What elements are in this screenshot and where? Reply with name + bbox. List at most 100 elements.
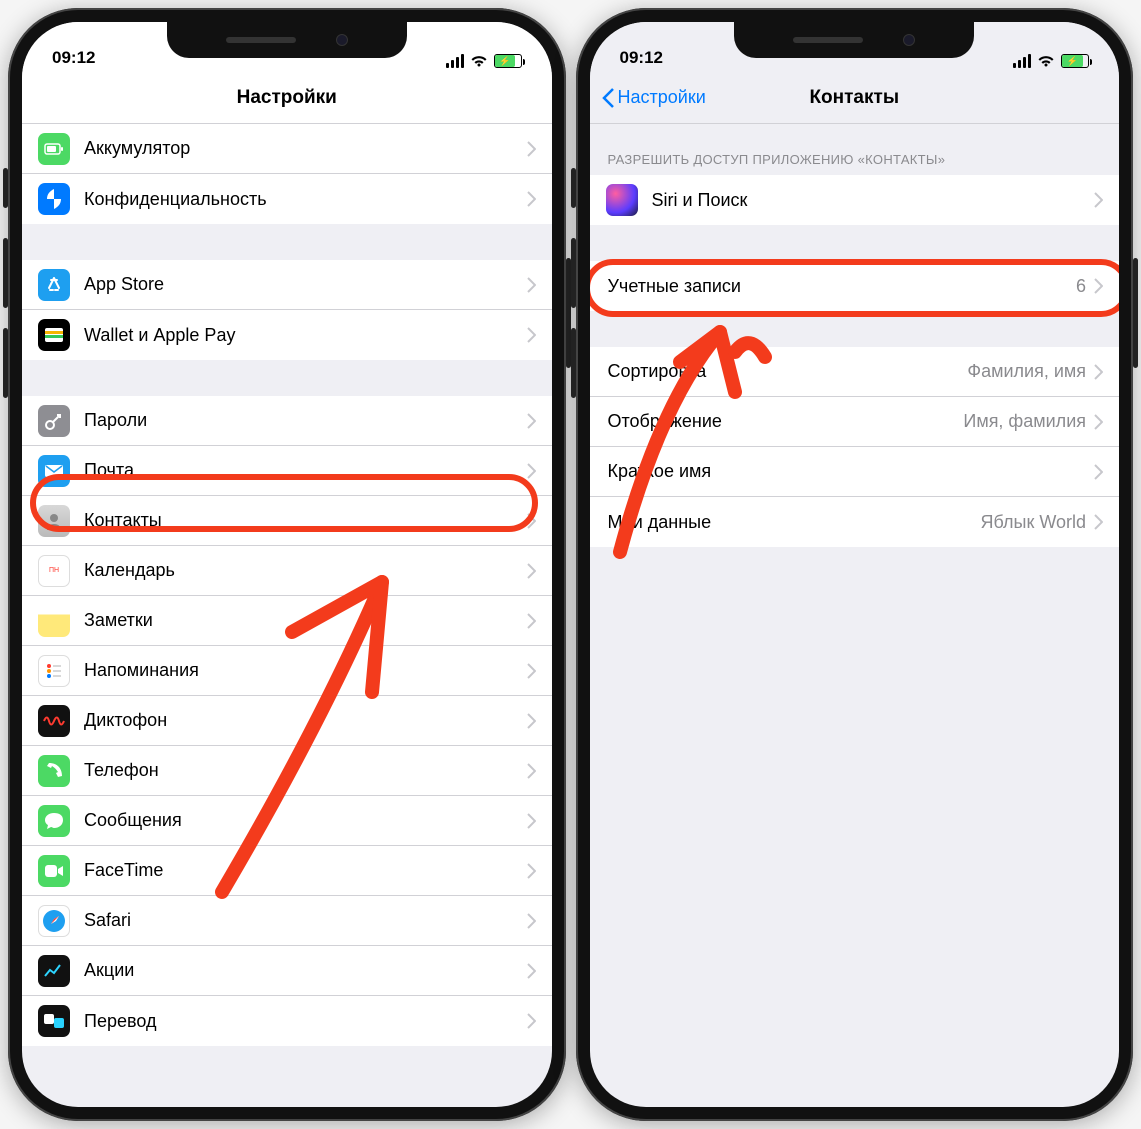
wifi-icon — [470, 54, 488, 68]
calendar-icon: ПН — [38, 555, 70, 587]
row-detail: Яблык World — [981, 512, 1087, 533]
back-label: Настройки — [618, 87, 706, 108]
signal-icon — [446, 54, 464, 68]
chevron-right-icon — [1094, 514, 1103, 530]
row-label: Siri и Поиск — [652, 190, 1095, 211]
back-button[interactable]: Настройки — [602, 87, 706, 108]
screen-settings: 09:12 ⚡ Настройки Аккумулятор Конфиден — [22, 22, 552, 1107]
notch — [167, 22, 407, 58]
row-stocks[interactable]: Акции — [22, 946, 552, 996]
row-reminders[interactable]: Напоминания — [22, 646, 552, 696]
row-appstore[interactable]: App Store — [22, 260, 552, 310]
section-header: РАЗРЕШИТЬ ДОСТУП ПРИЛОЖЕНИЮ «КОНТАКТЫ» — [590, 124, 1120, 175]
row-label: Напоминания — [84, 660, 527, 681]
row-notes[interactable]: Заметки — [22, 596, 552, 646]
row-label: Телефон — [84, 760, 527, 781]
chevron-right-icon — [1094, 364, 1103, 380]
siri-icon — [606, 184, 638, 216]
key-icon — [38, 405, 70, 437]
row-detail: 6 — [1076, 276, 1086, 297]
phone-icon — [38, 755, 70, 787]
chevron-right-icon — [527, 913, 536, 929]
row-sort-order[interactable]: Сортировка Фамилия, имя — [590, 347, 1120, 397]
notes-icon — [38, 605, 70, 637]
row-calendar[interactable]: ПН Календарь — [22, 546, 552, 596]
row-accounts[interactable]: Учетные записи 6 — [590, 261, 1120, 311]
reminders-icon — [38, 655, 70, 687]
row-my-info[interactable]: Мои данные Яблык World — [590, 497, 1120, 547]
row-siri-search[interactable]: Siri и Поиск — [590, 175, 1120, 225]
wallet-icon — [38, 319, 70, 351]
row-messages[interactable]: Сообщения — [22, 796, 552, 846]
row-label: Календарь — [84, 560, 527, 581]
voicememos-icon — [38, 705, 70, 737]
row-label: Диктофон — [84, 710, 527, 731]
chevron-right-icon — [527, 863, 536, 879]
row-label: Почта — [84, 460, 527, 481]
safari-icon — [38, 905, 70, 937]
chevron-right-icon — [527, 813, 536, 829]
wifi-icon — [1037, 54, 1055, 68]
chevron-right-icon — [527, 963, 536, 979]
row-display-order[interactable]: Отображение Имя, фамилия — [590, 397, 1120, 447]
row-phone[interactable]: Телефон — [22, 746, 552, 796]
row-label: Пароли — [84, 410, 527, 431]
chevron-right-icon — [1094, 414, 1103, 430]
chevron-right-icon — [1094, 464, 1103, 480]
row-label: Мои данные — [608, 512, 981, 533]
row-mail[interactable]: Почта — [22, 446, 552, 496]
row-label: Сообщения — [84, 810, 527, 831]
row-label: Конфиденциальность — [84, 189, 527, 210]
row-label: Контакты — [84, 510, 527, 531]
row-label: Wallet и Apple Pay — [84, 325, 527, 346]
contacts-icon — [38, 505, 70, 537]
row-voicememos[interactable]: Диктофон — [22, 696, 552, 746]
row-wallet[interactable]: Wallet и Apple Pay — [22, 310, 552, 360]
phone-frame-right: 09:12 ⚡ Настройки Контакты РАЗРЕШИТЬ ДОС… — [576, 8, 1134, 1121]
row-label: Перевод — [84, 1011, 527, 1032]
phone-frame-left: 09:12 ⚡ Настройки Аккумулятор Конфиден — [8, 8, 566, 1121]
mail-icon — [38, 455, 70, 487]
page-title: Контакты — [809, 87, 899, 109]
chevron-right-icon — [527, 1013, 536, 1029]
status-time: 09:12 — [620, 48, 663, 68]
battery-app-icon — [38, 133, 70, 165]
row-facetime[interactable]: FaceTime — [22, 846, 552, 896]
row-label: Safari — [84, 910, 527, 931]
chevron-right-icon — [527, 277, 536, 293]
notch — [734, 22, 974, 58]
signal-icon — [1013, 54, 1031, 68]
row-short-name[interactable]: Краткое имя — [590, 447, 1120, 497]
chevron-right-icon — [527, 763, 536, 779]
row-label: App Store — [84, 274, 527, 295]
chevron-right-icon — [527, 713, 536, 729]
chevron-right-icon — [527, 327, 536, 343]
chevron-right-icon — [527, 463, 536, 479]
status-time: 09:12 — [52, 48, 95, 68]
facetime-icon — [38, 855, 70, 887]
row-privacy[interactable]: Конфиденциальность — [22, 174, 552, 224]
row-label: FaceTime — [84, 860, 527, 881]
row-contacts[interactable]: Контакты — [22, 496, 552, 546]
nav-bar: Настройки Контакты — [590, 72, 1120, 124]
row-detail: Имя, фамилия — [963, 411, 1086, 432]
row-label: Краткое имя — [608, 461, 1095, 482]
settings-list[interactable]: Аккумулятор Конфиденциальность App Store — [22, 124, 552, 1107]
row-safari[interactable]: Safari — [22, 896, 552, 946]
chevron-right-icon — [527, 563, 536, 579]
appstore-icon — [38, 269, 70, 301]
messages-icon — [38, 805, 70, 837]
contacts-settings-list[interactable]: РАЗРЕШИТЬ ДОСТУП ПРИЛОЖЕНИЮ «КОНТАКТЫ» S… — [590, 124, 1120, 1107]
row-passwords[interactable]: Пароли — [22, 396, 552, 446]
chevron-left-icon — [602, 88, 614, 108]
battery-icon: ⚡ — [494, 54, 522, 68]
row-label: Сортировка — [608, 361, 968, 382]
chevron-right-icon — [527, 663, 536, 679]
row-label: Акции — [84, 960, 527, 981]
row-translate[interactable]: Перевод — [22, 996, 552, 1046]
row-label: Учетные записи — [608, 276, 1076, 297]
chevron-right-icon — [527, 191, 536, 207]
chevron-right-icon — [527, 413, 536, 429]
row-detail: Фамилия, имя — [967, 361, 1086, 382]
row-battery[interactable]: Аккумулятор — [22, 124, 552, 174]
